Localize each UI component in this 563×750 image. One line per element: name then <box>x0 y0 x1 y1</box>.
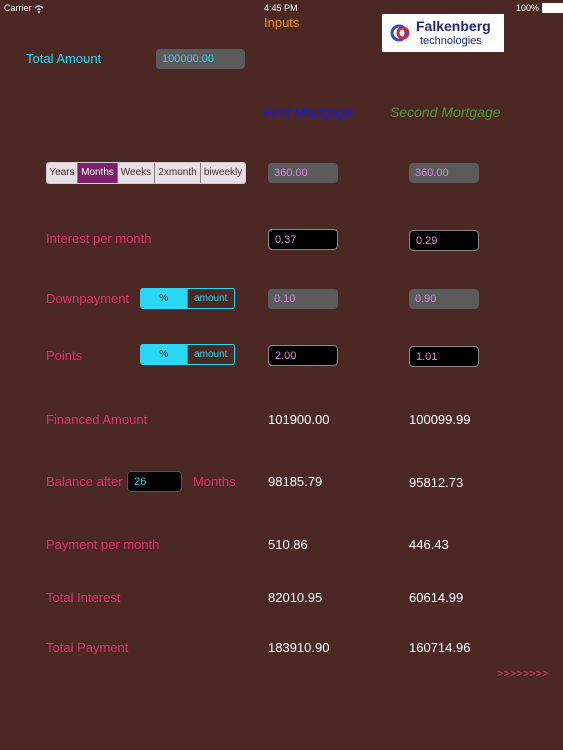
segment-weeks[interactable]: Weeks <box>118 163 155 183</box>
battery-icon <box>542 3 563 13</box>
clock: 4:45 PM <box>264 3 298 13</box>
points-first-input[interactable]: 2.00 <box>268 345 338 366</box>
downpayment-second-input[interactable]: 0.90 <box>409 289 479 309</box>
points-amount-option[interactable]: amount <box>187 345 234 364</box>
downpayment-toggle[interactable]: % amount <box>140 288 235 309</box>
carrier-label: Carrier <box>4 3 44 13</box>
financed-second-value: 100099.99 <box>409 412 471 427</box>
segment-months[interactable]: Months <box>78 163 118 183</box>
balance-first-value: 98185.79 <box>268 474 323 489</box>
total-amount-label: Total Amount <box>26 51 102 66</box>
points-second-input[interactable]: 1.01 <box>409 346 479 367</box>
points-label: Points <box>46 348 83 363</box>
logo-text-sub: technologies <box>420 35 482 47</box>
logo-swirl-icon <box>390 24 410 42</box>
downpayment-first-input[interactable]: 0.10 <box>268 289 338 309</box>
segment-biweekly[interactable]: biweekly <box>201 163 245 183</box>
total-amount-input[interactable]: 100000.00 <box>156 49 245 69</box>
downpayment-amount-option[interactable]: amount <box>187 289 234 308</box>
segment-2xmonth[interactable]: 2xmonth <box>155 163 201 183</box>
wifi-icon <box>34 5 44 13</box>
second-mortgage-header: Second Mortgage <box>390 104 501 120</box>
total-interest-label: Total Interest <box>46 590 121 605</box>
total-payment-label: Total Payment <box>46 640 129 655</box>
balance-months-label: Months <box>193 474 236 489</box>
logo-text-main: Falkenberg <box>416 18 491 34</box>
next-page-link[interactable]: >>>>>>>> <box>497 668 548 680</box>
points-percent-option[interactable]: % <box>141 345 188 364</box>
term-first-input[interactable]: 360.00 <box>268 163 338 183</box>
first-mortgage-header: First Mortgage <box>263 104 354 120</box>
term-second-input[interactable]: 360.00 <box>409 163 479 183</box>
downpayment-percent-option[interactable]: % <box>141 289 188 308</box>
balance-second-value: 95812.73 <box>409 475 464 490</box>
payment-second-value: 446.43 <box>409 537 449 552</box>
total-payment-second-value: 160714.96 <box>409 640 471 655</box>
financed-first-value: 101900.00 <box>268 412 330 427</box>
payment-first-value: 510.86 <box>268 537 308 552</box>
total-payment-first-value: 183910.90 <box>268 640 330 655</box>
payment-per-month-label: Payment per month <box>46 537 160 552</box>
downpayment-label: Downpayment <box>46 291 130 306</box>
battery-indicator: 100% <box>516 3 563 13</box>
balance-months-input[interactable]: 26 <box>127 471 182 492</box>
interest-second-input[interactable]: 0.29 <box>409 230 479 251</box>
interest-label: Interest per month <box>46 231 152 246</box>
financed-amount-label: Financed Amount <box>46 412 148 427</box>
page-title: Inputs <box>264 15 300 30</box>
total-interest-first-value: 82010.95 <box>268 590 323 605</box>
period-segmented-control[interactable]: Years Months Weeks 2xmonth biweekly <box>46 162 246 184</box>
company-logo: Falkenberg technologies <box>382 14 504 52</box>
interest-first-input[interactable]: 0.37 <box>268 229 338 250</box>
balance-after-label: Balance after <box>46 474 123 489</box>
total-interest-second-value: 60614.99 <box>409 590 464 605</box>
segment-years[interactable]: Years <box>47 163 78 183</box>
points-toggle[interactable]: % amount <box>140 344 235 365</box>
